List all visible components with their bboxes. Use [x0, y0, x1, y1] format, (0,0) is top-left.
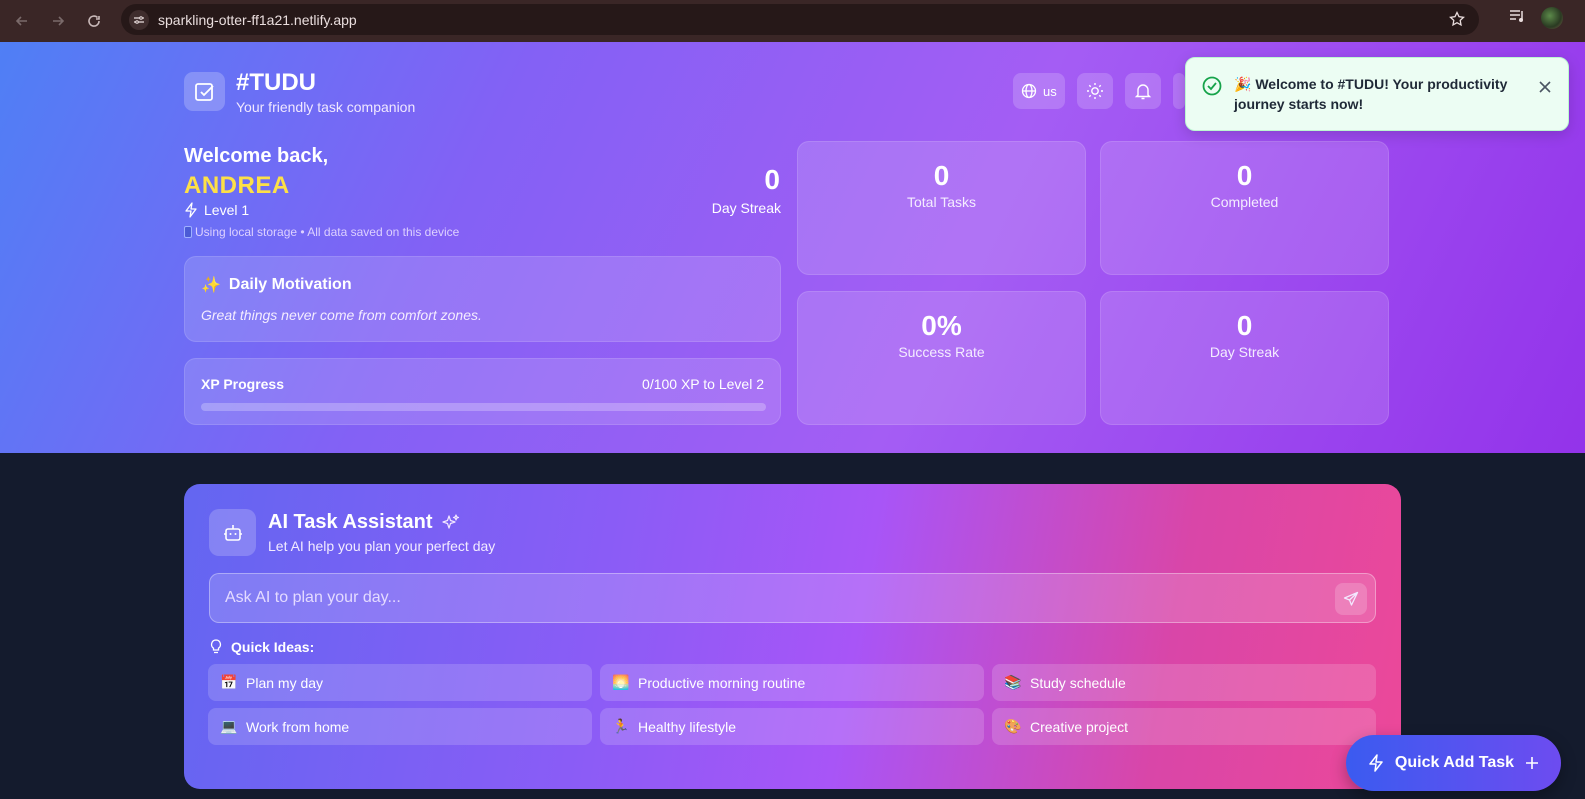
close-icon[interactable]: [1538, 78, 1552, 99]
profile-avatar[interactable]: [1541, 7, 1563, 29]
daily-motivation-card: ✨ Daily Motivation Great things never co…: [184, 256, 781, 342]
laptop-icon: 💻: [220, 718, 238, 734]
ai-prompt-field: [209, 573, 1376, 623]
chip-label: Plan my day: [246, 674, 324, 691]
storage-note: Using local storage • All data saved on …: [184, 225, 459, 239]
xp-progress-bar: [201, 403, 766, 411]
quick-idea-study-schedule[interactable]: 📚 Study schedule: [992, 664, 1376, 701]
quick-ideas-heading: Quick Ideas:: [209, 639, 314, 655]
stat-value: 0: [1236, 160, 1253, 191]
reload-icon[interactable]: [80, 7, 108, 35]
sparkle-icon: [441, 513, 459, 529]
level-label: Level 1: [204, 202, 250, 218]
chip-label: Study schedule: [1030, 674, 1126, 691]
send-button[interactable]: [1335, 583, 1367, 615]
ai-title: AI Task Assistant: [268, 511, 433, 533]
browser-toolbar: sparkling-otter-ff1a21.netlify.app: [0, 0, 1585, 42]
stat-value: 0: [1236, 310, 1253, 341]
ai-task-assistant-card: AI Task Assistant Let AI help you plan y…: [184, 484, 1401, 789]
checkbox-logo-icon: [194, 82, 214, 101]
phone-icon: [184, 226, 192, 238]
quick-add-task-button[interactable]: Quick Add Task: [1346, 735, 1561, 791]
xp-label: XP Progress: [201, 376, 285, 392]
motivation-quote: Great things never come from comfort zon…: [201, 307, 482, 323]
globe-icon: [1021, 83, 1037, 99]
app-title: #TUDU: [236, 69, 317, 96]
motivation-title: Daily Motivation: [228, 276, 352, 293]
streak-value: 0: [764, 164, 780, 195]
ai-prompt-input[interactable]: [210, 574, 1375, 622]
toast-message: 🎉 Welcome to #TUDU! Your productivity jo…: [1234, 76, 1508, 112]
xp-progress-card: XP Progress 0/100 XP to Level 2: [184, 358, 781, 425]
sunrise-icon: 🌅: [612, 674, 630, 690]
quick-idea-healthy-lifestyle[interactable]: 🏃 Healthy lifestyle: [600, 708, 984, 745]
language-button[interactable]: us: [1013, 73, 1065, 109]
back-icon[interactable]: [8, 7, 36, 35]
quick-ideas-label: Quick Ideas:: [231, 639, 315, 655]
chip-label: Work from home: [246, 718, 350, 735]
lightning-icon: [185, 202, 197, 218]
sun-icon: [1086, 83, 1103, 99]
lightbulb-icon: [210, 639, 222, 654]
check-circle-icon: [1202, 76, 1222, 101]
quick-idea-work-from-home[interactable]: 💻 Work from home: [208, 708, 592, 745]
theme-toggle-button[interactable]: [1076, 73, 1113, 109]
stat-card-day-streak: 0 Day Streak: [1100, 291, 1389, 425]
xp-progress-text: 0/100 XP to Level 2: [642, 376, 764, 392]
quick-idea-morning-routine[interactable]: 🌅 Productive morning routine: [600, 664, 984, 701]
send-icon: [1343, 591, 1359, 606]
calendar-icon: 📅: [220, 674, 238, 690]
welcome-text: Welcome back,: [184, 145, 329, 167]
storage-text: Using local storage • All data saved on …: [195, 225, 460, 239]
books-icon: 📚: [1004, 674, 1022, 690]
language-code: us: [1043, 83, 1057, 99]
streak-label: Day Streak: [711, 200, 781, 216]
quick-idea-creative-project[interactable]: 🎨 Creative project: [992, 708, 1376, 745]
stat-card-completed: 0 Completed: [1100, 141, 1389, 275]
stat-card-total-tasks: 0 Total Tasks: [797, 141, 1086, 275]
media-queue-icon[interactable]: [1509, 8, 1527, 29]
runner-icon: 🏃: [612, 718, 630, 734]
ai-subtitle: Let AI help you plan your perfect day: [268, 538, 496, 554]
user-name: ANDREA: [184, 172, 290, 199]
menu-button[interactable]: [1172, 73, 1185, 109]
stat-value: 0%: [921, 310, 962, 341]
forward-icon[interactable]: [44, 7, 72, 35]
bell-icon: [1134, 84, 1151, 100]
stat-card-success-rate: 0% Success Rate: [797, 291, 1086, 425]
user-level: Level 1: [184, 202, 249, 218]
stat-label: Day Streak: [1209, 344, 1280, 360]
quick-add-label: Quick Add Task: [1394, 754, 1515, 771]
plus-icon: [1526, 757, 1539, 769]
url-text: sparkling-otter-ff1a21.netlify.app: [158, 11, 357, 28]
palette-icon: 🎨: [1004, 718, 1022, 734]
address-bar[interactable]: sparkling-otter-ff1a21.netlify.app: [121, 4, 1479, 35]
app-logo: [184, 72, 225, 111]
sparkles-icon: ✨: [201, 277, 221, 294]
bookmark-star-icon[interactable]: [1449, 10, 1465, 32]
chip-label: Creative project: [1030, 718, 1129, 735]
notifications-button[interactable]: [1124, 73, 1161, 109]
chip-label: Productive morning routine: [638, 674, 806, 691]
app-subtitle: Your friendly task companion: [236, 99, 416, 115]
quick-idea-plan-my-day[interactable]: 📅 Plan my day: [208, 664, 592, 701]
site-settings-icon[interactable]: [129, 9, 149, 30]
robot-icon: [209, 509, 256, 556]
stat-label: Total Tasks: [907, 194, 976, 210]
stat-value: 0: [933, 160, 950, 191]
chip-label: Healthy lifestyle: [638, 718, 737, 735]
welcome-toast: 🎉 Welcome to #TUDU! Your productivity jo…: [1185, 57, 1569, 131]
lightning-icon: [1369, 754, 1383, 772]
stat-label: Completed: [1210, 194, 1279, 210]
stat-label: Success Rate: [898, 344, 985, 360]
